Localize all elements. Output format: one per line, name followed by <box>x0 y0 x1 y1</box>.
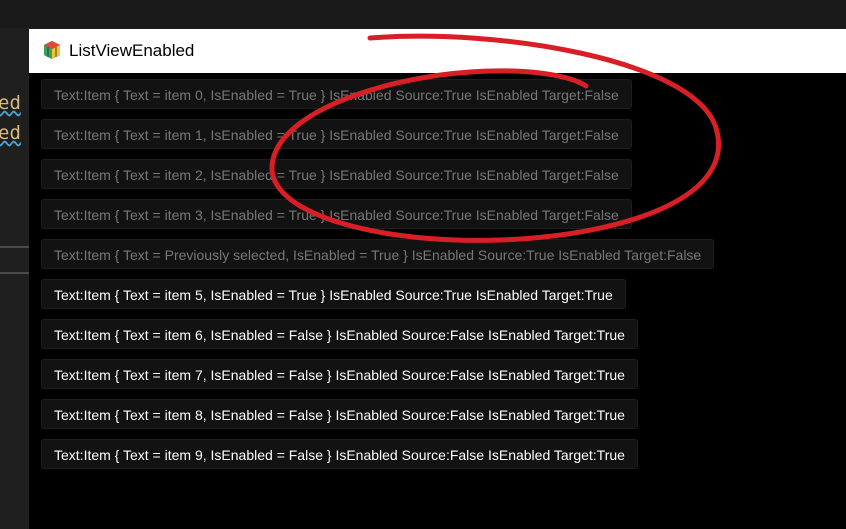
editor-code-token: ed <box>0 122 21 144</box>
app-icon <box>44 41 60 59</box>
list-item[interactable]: Text:Item { Text = item 2, IsEnabled = T… <box>41 159 632 189</box>
editor-tab-bar <box>0 0 846 28</box>
editor-code-token: ed <box>0 92 21 114</box>
list-item[interactable]: Text:Item { Text = item 9, IsEnabled = F… <box>41 439 638 469</box>
app-window: ListViewEnabled Text:Item { Text = item … <box>29 29 846 529</box>
list-item[interactable]: Text:Item { Text = item 8, IsEnabled = F… <box>41 399 638 429</box>
window-title: ListViewEnabled <box>69 41 195 60</box>
list-item[interactable]: Text:Item { Text = item 5, IsEnabled = T… <box>41 279 626 309</box>
list-item[interactable]: Text:Item { Text = item 0, IsEnabled = T… <box>41 79 632 109</box>
list-item[interactable]: Text:Item { Text = item 7, IsEnabled = F… <box>41 359 638 389</box>
editor-divider <box>0 272 29 274</box>
list-item[interactable]: Text:Item { Text = Previously selected, … <box>41 239 715 269</box>
editor-divider <box>0 246 29 248</box>
title-bar[interactable]: ListViewEnabled <box>29 29 846 73</box>
list-item[interactable]: Text:Item { Text = item 6, IsEnabled = F… <box>41 319 638 349</box>
list-item[interactable]: Text:Item { Text = item 1, IsEnabled = T… <box>41 119 632 149</box>
list-item[interactable]: Text:Item { Text = item 3, IsEnabled = T… <box>41 199 632 229</box>
